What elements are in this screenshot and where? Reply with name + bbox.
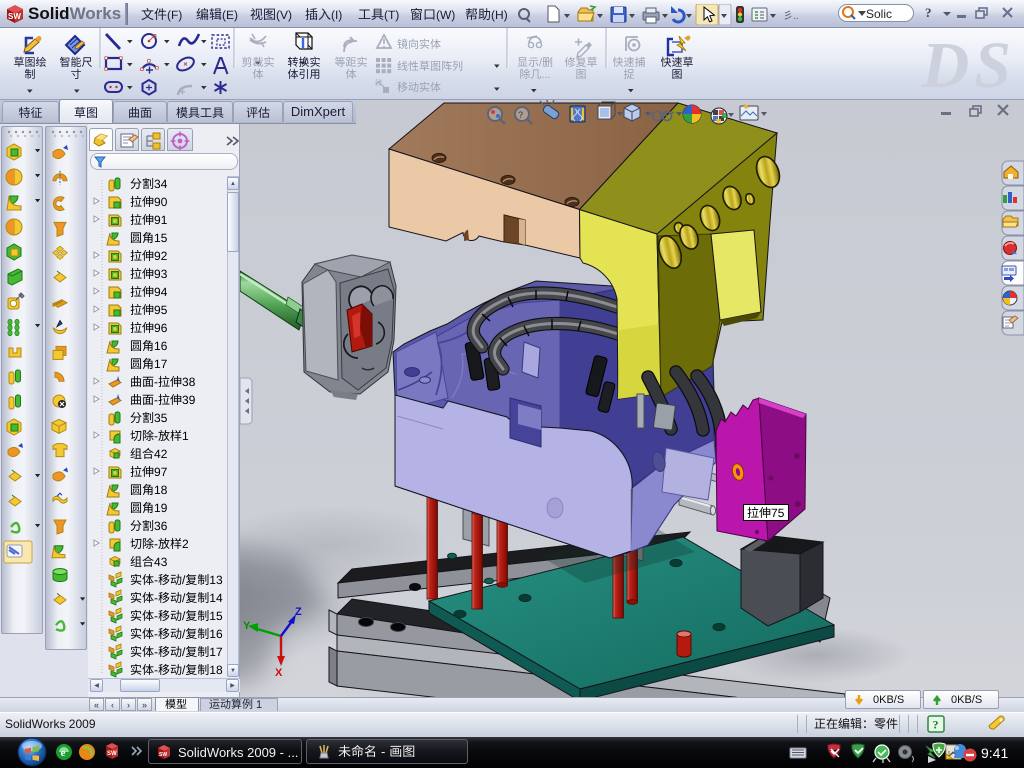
svg-text:?: ? bbox=[518, 110, 523, 120]
svg-text:Y: Y bbox=[243, 620, 251, 632]
svg-text:SW: SW bbox=[8, 12, 21, 21]
svg-text:e: e bbox=[61, 747, 66, 759]
svg-text:彡..: 彡.. bbox=[783, 11, 799, 22]
svg-text:Z: Z bbox=[295, 606, 302, 618]
svg-text:SW: SW bbox=[107, 751, 117, 757]
svg-text:SW: SW bbox=[159, 752, 167, 758]
svg-text:X: X bbox=[275, 667, 283, 679]
svg-text:?: ? bbox=[933, 718, 939, 732]
